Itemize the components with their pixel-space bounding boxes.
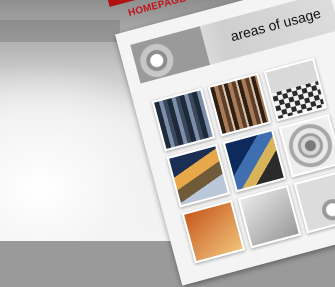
aircraft-image-tile[interactable] [166,143,231,208]
areas-of-usage-panel: areas of usage [115,0,335,286]
speedboat-image-tile[interactable] [222,128,287,193]
header-photo-image [130,26,211,84]
orange-image-tile[interactable] [181,199,246,264]
checkered-floor-image-tile[interactable] [263,57,328,122]
pipes-image-tile[interactable] [207,72,272,137]
car-wheel-image-tile[interactable] [293,169,335,234]
background-shadow-bar [0,20,120,42]
fan-image-tile[interactable] [278,113,335,178]
grey-image-tile[interactable] [237,184,302,249]
areas-of-usage-title: areas of usage [228,4,323,45]
engine-parts-image-tile[interactable] [151,87,216,152]
